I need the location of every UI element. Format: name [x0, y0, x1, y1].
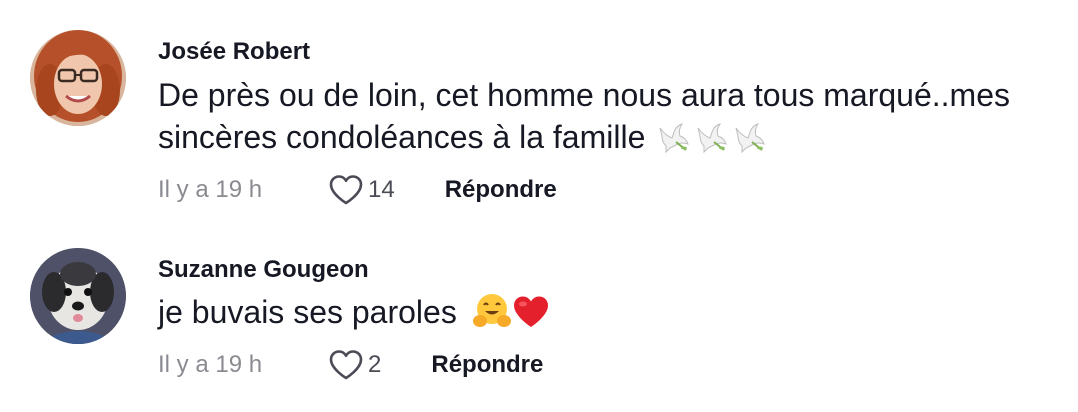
reply-button[interactable]: Répondre [431, 351, 543, 379]
heart-outline-icon [328, 174, 364, 206]
avatar[interactable] [30, 30, 126, 126]
comment-text-segment: sincères condoléances à la famille [158, 119, 646, 155]
comment-author[interactable]: Josée Robert [158, 38, 310, 66]
avatar[interactable] [30, 248, 126, 344]
comment-text: je buvais ses paroles [158, 291, 1058, 339]
comment-meta: Il y a 19 h 2 Répondre [158, 345, 543, 385]
comment-text-segment: je buvais ses paroles [158, 294, 457, 330]
comment-author[interactable]: Suzanne Gougeon [158, 256, 369, 284]
like-count: 14 [368, 176, 395, 203]
comment-timestamp: Il y a 19 h [158, 176, 263, 203]
dove-icon [656, 122, 692, 164]
hugging-face-icon [472, 293, 512, 339]
heart-outline-icon [328, 349, 364, 381]
comment-text: De près ou de loin, cet homme nous aura … [158, 74, 1058, 164]
dove-icon [732, 122, 768, 164]
comment-text-line: De près ou de loin, cet homme nous aura … [158, 77, 1010, 113]
dove-icon [694, 122, 730, 164]
red-heart-icon [512, 295, 550, 339]
comment-text-line-2: sincères condoléances à la famille [158, 116, 1058, 164]
like-count: 2 [368, 351, 382, 378]
like-button[interactable]: 14 [328, 174, 395, 206]
comment-timestamp: Il y a 19 h [158, 351, 263, 378]
comment-meta: Il y a 19 h 14 Répondre [158, 170, 557, 210]
like-button[interactable]: 2 [328, 349, 381, 381]
reply-button[interactable]: Répondre [445, 176, 557, 204]
